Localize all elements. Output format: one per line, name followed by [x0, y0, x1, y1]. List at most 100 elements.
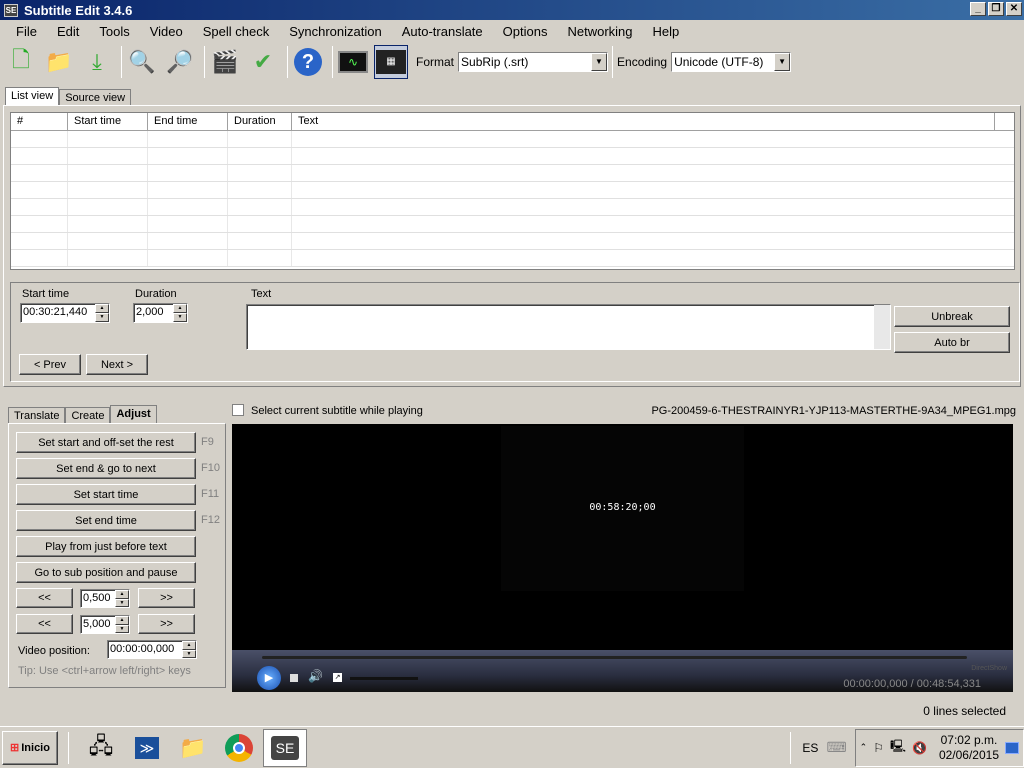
start-button[interactable]: ⊞ Inicio — [2, 730, 58, 765]
video-filename: PG-200459-6-THESTRAINYR1-YJP113-MASTERTH… — [651, 405, 1016, 417]
visual-sync-icon[interactable]: 🎬 — [208, 45, 242, 79]
subtitle-grid[interactable]: # Start time End time Duration Text — [10, 112, 1015, 270]
video-position-value: 00:00:00,000 — [110, 643, 175, 655]
status-text: 0 lines selected — [923, 704, 1006, 718]
menu-help[interactable]: Help — [643, 24, 690, 39]
volume-icon[interactable]: 🔊 — [308, 669, 323, 683]
explorer-icon[interactable]: 📁 — [171, 729, 215, 767]
stop-icon[interactable] — [290, 674, 298, 682]
waveform-icon[interactable]: ∿ — [336, 45, 370, 79]
shortcut-key-label: F12 — [201, 514, 220, 526]
menu-file[interactable]: File — [6, 24, 47, 39]
video-player-icon[interactable]: ▦ — [374, 45, 408, 79]
step-back-button[interactable]: << — [16, 588, 73, 608]
menu-synchronization[interactable]: Synchronization — [279, 24, 392, 39]
menu-options[interactable]: Options — [493, 24, 558, 39]
subtitle-edit-taskbar-icon[interactable]: SE — [263, 728, 307, 767]
tab-list-view[interactable]: List view — [5, 87, 60, 106]
table-row[interactable] — [11, 165, 1014, 182]
column-number[interactable]: # — [11, 113, 68, 130]
video-position-input[interactable]: 00:00:00,000 ▲ ▼ — [107, 640, 197, 659]
spell-check-icon[interactable]: ✔ — [246, 45, 280, 79]
column-duration[interactable]: Duration — [228, 113, 292, 130]
player-controls: ▶ 🔊 ↗ DirectShow 00:00:00,000 / 00:48:54… — [232, 650, 1013, 692]
tab-adjust[interactable]: Adjust — [110, 405, 157, 424]
chrome-icon[interactable] — [217, 729, 261, 767]
language-indicator[interactable]: ES — [802, 741, 818, 755]
video-position-label: Video position: — [18, 645, 90, 657]
step-small-input[interactable]: 0,500 ▲ ▼ — [80, 589, 130, 608]
close-button[interactable]: ✕ — [1006, 2, 1022, 16]
menu-video[interactable]: Video — [140, 24, 193, 39]
menu-spell-check[interactable]: Spell check — [193, 24, 279, 39]
save-download-icon[interactable]: ⤓ — [80, 45, 114, 79]
clock-date: 02/06/2015 — [938, 747, 999, 762]
video-player[interactable]: 00:58:20;00 ▶ 🔊 ↗ DirectShow 00:00:00,00… — [232, 424, 1013, 692]
step-forward-button[interactable]: >> — [138, 588, 195, 608]
minimize-button[interactable]: _ — [970, 2, 986, 16]
column-start-time[interactable]: Start time — [68, 113, 148, 130]
play-icon[interactable]: ▶ — [257, 666, 281, 690]
seek-bar[interactable] — [262, 656, 967, 659]
table-row[interactable] — [11, 216, 1014, 233]
table-row[interactable] — [11, 199, 1014, 216]
menu-networking[interactable]: Networking — [557, 24, 642, 39]
open-folder-icon[interactable]: 📁 — [42, 45, 76, 79]
column-end-time[interactable]: End time — [148, 113, 228, 130]
server-manager-icon[interactable]: 🖧 — [79, 729, 123, 767]
keyboard-icon[interactable]: ⌨ — [826, 739, 846, 756]
adjust-button[interactable]: Play from just before text — [16, 536, 196, 557]
table-row[interactable] — [11, 131, 1014, 148]
fullscreen-icon[interactable]: ↗ — [333, 673, 342, 682]
menu-tools[interactable]: Tools — [89, 24, 139, 39]
prev-button[interactable]: < Prev — [19, 354, 81, 375]
step-large-input[interactable]: 5,000 ▲ ▼ — [80, 615, 130, 634]
unbreak-button[interactable]: Unbreak — [894, 306, 1010, 327]
duration-input[interactable]: 2,000 ▲ ▼ — [133, 303, 188, 323]
network-icon[interactable]: 🖳 — [890, 737, 906, 758]
step-large-value: 5,000 — [83, 618, 111, 630]
frame-timecode: 00:58:20;00 — [589, 502, 656, 513]
adjust-button[interactable]: Set end time — [16, 510, 196, 531]
table-row[interactable] — [11, 148, 1014, 165]
table-row[interactable] — [11, 250, 1014, 267]
replace-icon[interactable]: 🔎 — [163, 45, 197, 79]
flag-icon[interactable]: ⚐ — [873, 741, 884, 755]
adjust-button[interactable]: Set start and off-set the rest — [16, 432, 196, 453]
auto-br-button[interactable]: Auto br — [894, 332, 1010, 353]
duration-value: 2,000 — [136, 306, 164, 318]
text-label: Text — [251, 288, 272, 300]
new-file-icon[interactable]: 🗋 — [4, 45, 38, 79]
format-select[interactable]: SubRip (.srt) ▼ — [458, 52, 609, 72]
step-back-large-button[interactable]: << — [16, 614, 73, 634]
find-icon[interactable]: 🔍 — [125, 45, 159, 79]
chevron-down-icon: ▼ — [591, 53, 608, 71]
encoding-select[interactable]: Unicode (UTF-8) ▼ — [671, 52, 792, 72]
show-desktop-icon[interactable] — [1005, 741, 1019, 754]
volume-slider[interactable] — [350, 677, 418, 680]
adjust-button[interactable]: Go to sub position and pause — [16, 562, 196, 583]
restore-button[interactable]: ❐ — [988, 2, 1004, 16]
help-icon[interactable]: ? — [291, 45, 325, 79]
next-button[interactable]: Next > — [86, 354, 148, 375]
show-hidden-icons-icon[interactable]: ⌃ — [860, 742, 868, 753]
tab-translate[interactable]: Translate — [8, 407, 66, 424]
menu-auto-translate[interactable]: Auto-translate — [392, 24, 493, 39]
table-row[interactable] — [11, 233, 1014, 250]
menu-edit[interactable]: Edit — [47, 24, 89, 39]
powershell-icon[interactable]: ≫ — [125, 729, 169, 767]
clock[interactable]: 07:02 p.m. 02/06/2015 — [939, 733, 999, 763]
adjust-button[interactable]: Set start time — [16, 484, 196, 505]
adjust-button[interactable]: Set end & go to next — [16, 458, 196, 479]
select-subtitle-checkbox[interactable] — [232, 404, 244, 416]
tab-source-view[interactable]: Source view — [59, 89, 132, 106]
start-time-input[interactable]: 00:30:21,440 ▲ ▼ — [20, 303, 110, 323]
text-input[interactable] — [246, 304, 891, 350]
table-row[interactable] — [11, 182, 1014, 199]
volume-muted-icon[interactable]: 🔇 — [912, 741, 927, 755]
tab-create[interactable]: Create — [65, 407, 111, 424]
scrollbar[interactable] — [874, 305, 890, 349]
step-forward-large-button[interactable]: >> — [138, 614, 195, 634]
step-small-value: 0,500 — [83, 592, 111, 604]
column-text[interactable]: Text — [292, 113, 995, 130]
